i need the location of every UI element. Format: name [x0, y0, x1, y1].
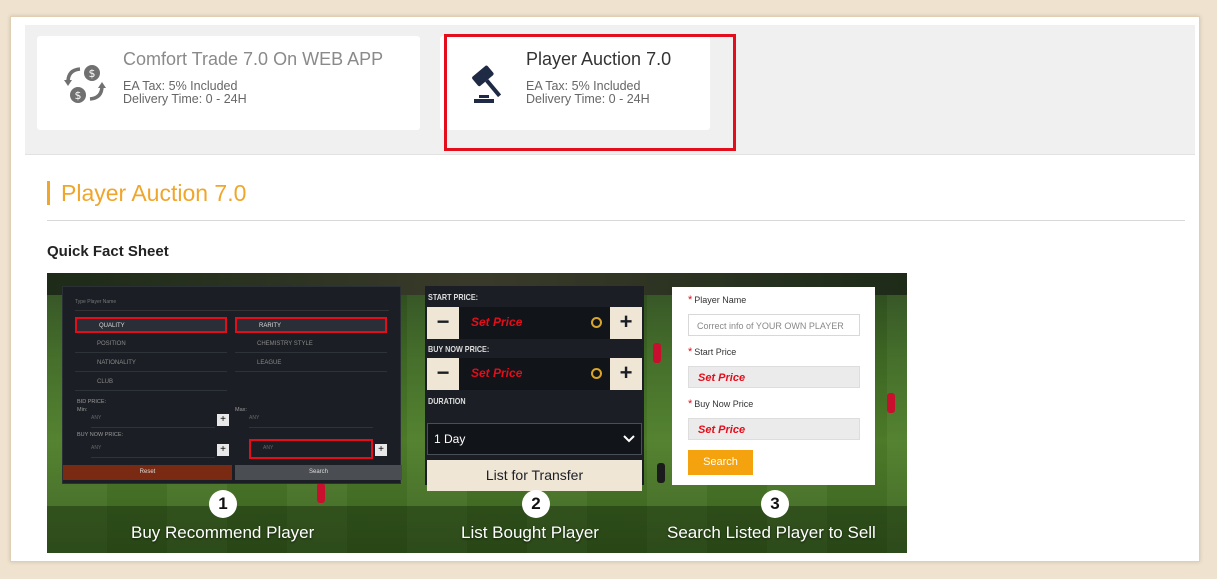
- tab-title: Comfort Trade 7.0 On WEB APP: [123, 49, 384, 69]
- start-price-label: * Start Price: [688, 346, 737, 358]
- service-tabs: $ $ Comfort Trade 7.0 On WEB APP EA Tax:…: [25, 25, 1195, 155]
- buy-now-price-row: − Set Price +: [427, 358, 642, 390]
- fut-search-panel: Type Player Name QUALITY RARITY POSITION…: [62, 286, 402, 484]
- min-label: Min:: [77, 407, 88, 413]
- step-3-label: Search Listed Player to Sell: [667, 523, 876, 542]
- svg-text:$: $: [75, 89, 82, 102]
- tab-tax: EA Tax: 5% Included: [526, 79, 641, 93]
- start-price-value: Set Price: [471, 315, 523, 329]
- step-1-number: 1: [209, 490, 237, 518]
- tab-delivery: Delivery Time: 0 - 24H: [526, 92, 650, 106]
- svg-text:$: $: [89, 67, 96, 80]
- buy-now-price-value: Set Price: [471, 366, 523, 380]
- step-2-number: 2: [522, 490, 550, 518]
- filter-quality: QUALITY: [75, 317, 227, 333]
- duration-value: 1 Day: [434, 432, 466, 446]
- player-figure: [657, 463, 665, 483]
- player-name-search: Type Player Name: [75, 299, 389, 311]
- step-3-number: 3: [761, 490, 789, 518]
- duration-label: DURATION: [428, 396, 466, 406]
- bid-min-field: ANY: [91, 415, 215, 428]
- player-figure: [317, 483, 325, 503]
- buy-now-min-field: ANY: [91, 445, 215, 458]
- minus-icon: −: [427, 307, 459, 339]
- minus-icon: −: [427, 358, 459, 390]
- reset-button: Reset: [63, 465, 232, 480]
- player-figure: [653, 343, 661, 363]
- buy-now-max-field: ANY: [249, 439, 373, 459]
- max-label: Max:: [235, 407, 247, 413]
- auction-gavel-icon: [472, 65, 502, 103]
- search-button: Search: [688, 450, 753, 475]
- section-title: Player Auction 7.0: [47, 181, 246, 205]
- tab-player-auction[interactable]: Player Auction 7.0 EA Tax: 5% Included D…: [440, 36, 710, 130]
- chevron-down-icon: [623, 435, 635, 443]
- coin-icon: [591, 317, 602, 328]
- filter-position: POSITION: [75, 337, 227, 353]
- filter-nationality: NATIONALITY: [75, 356, 227, 372]
- list-transfer-panel: START PRICE: − Set Price + BUY NOW PRICE…: [425, 286, 644, 491]
- tab-comfort-trade[interactable]: $ $ Comfort Trade 7.0 On WEB APP EA Tax:…: [37, 36, 420, 130]
- coin-icon: [591, 368, 602, 379]
- filter-club: CLUB: [75, 375, 227, 391]
- coin-exchange-icon: $ $: [64, 65, 106, 103]
- bid-price-label: BID PRICE:: [77, 399, 107, 405]
- duration-select: 1 Day: [427, 423, 642, 455]
- content-frame: $ $ Comfort Trade 7.0 On WEB APP EA Tax:…: [10, 16, 1200, 562]
- tab-tax: EA Tax: 5% Included: [123, 79, 238, 93]
- start-price-field: Set Price: [688, 366, 860, 388]
- player-figure: [887, 393, 895, 413]
- bid-max-field: ANY: [249, 415, 373, 428]
- tab-title: Player Auction 7.0: [526, 49, 672, 69]
- step-2-label: List Bought Player: [461, 523, 599, 542]
- fact-sheet-banner: Type Player Name QUALITY RARITY POSITION…: [47, 273, 907, 553]
- quick-fact-sheet-heading: Quick Fact Sheet: [47, 243, 169, 260]
- plus-icon: +: [217, 414, 229, 426]
- player-name-input: Correct info of YOUR OWN PLAYER: [688, 314, 860, 336]
- plus-icon: +: [610, 358, 642, 390]
- search-listed-form: * Player Name Correct info of YOUR OWN PL…: [672, 287, 875, 485]
- divider: [47, 220, 1185, 221]
- player-name-label: * Player Name: [688, 294, 747, 306]
- plus-icon: +: [217, 444, 229, 456]
- step-1-label: Buy Recommend Player: [131, 523, 315, 542]
- buy-now-price-label: BUY NOW PRICE:: [77, 432, 124, 438]
- buy-now-price-label: * Buy Now Price: [688, 398, 754, 410]
- start-price-row: − Set Price +: [427, 307, 642, 339]
- plus-icon: +: [375, 444, 387, 456]
- start-price-label: START PRICE:: [428, 292, 479, 302]
- plus-icon: +: [610, 307, 642, 339]
- buy-now-price-label: BUY NOW PRICE:: [428, 344, 490, 354]
- filter-league: LEAGUE: [235, 356, 387, 372]
- buy-now-price-field: Set Price: [688, 418, 860, 440]
- list-for-transfer-button: List for Transfer: [427, 460, 642, 491]
- tab-delivery: Delivery Time: 0 - 24H: [123, 92, 247, 106]
- filter-rarity: RARITY: [235, 317, 387, 333]
- search-button: Search: [235, 465, 402, 480]
- filter-chemistry-style: CHEMISTRY STYLE: [235, 337, 387, 353]
